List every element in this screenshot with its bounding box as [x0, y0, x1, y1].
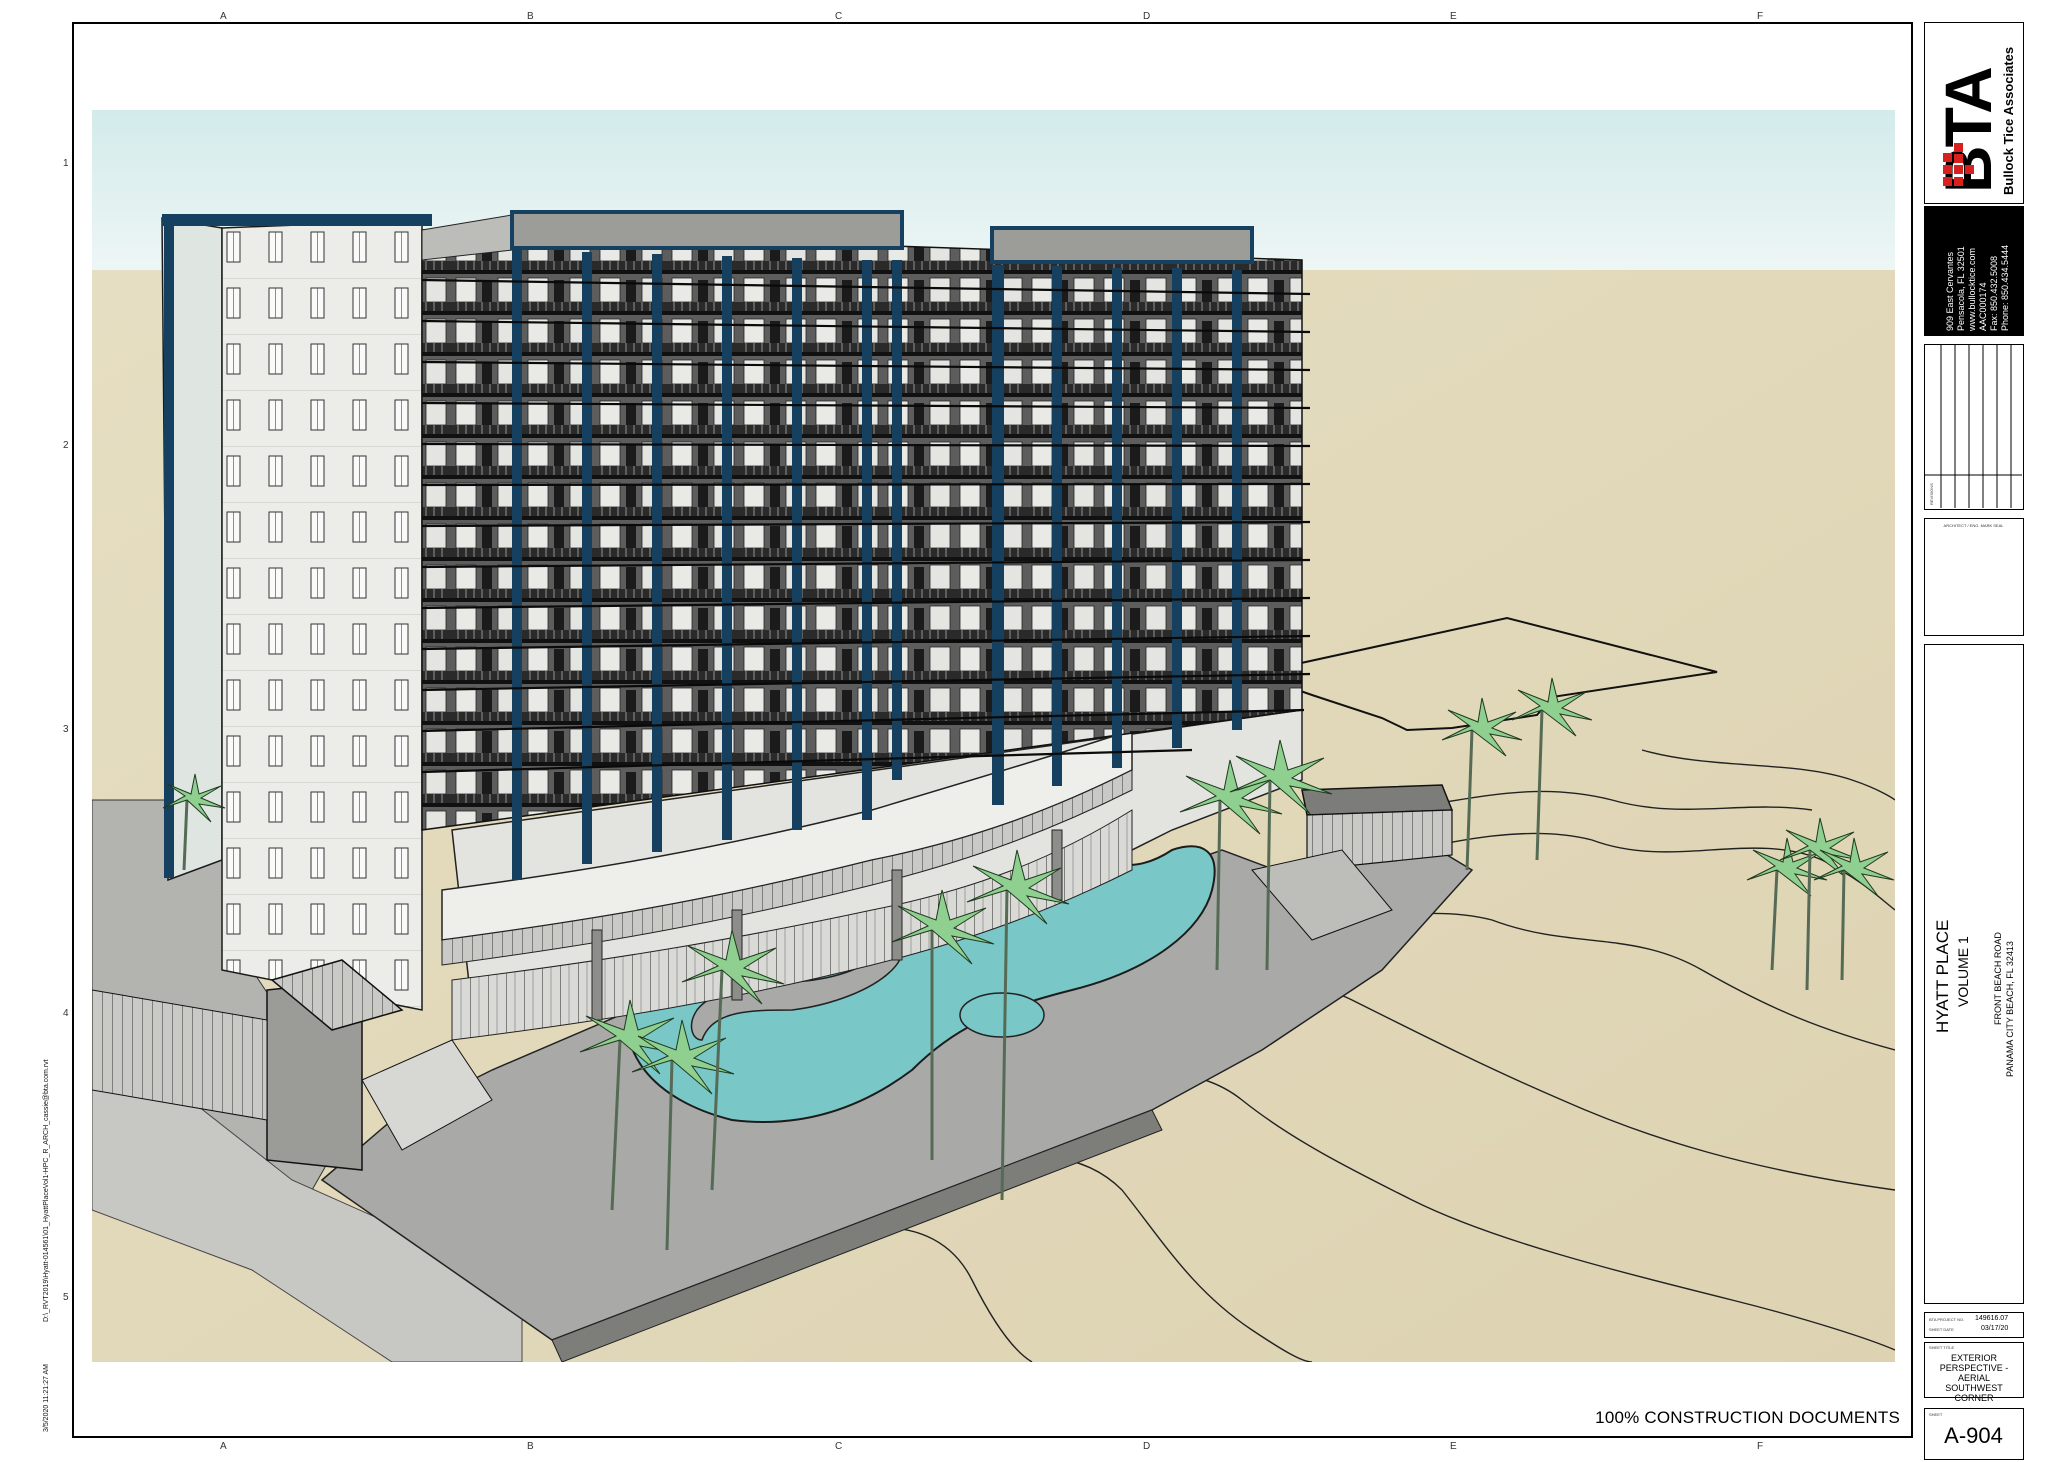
grid-col-f-bottom: F	[1757, 1441, 1764, 1452]
firm-address-line-6: Phone: 850.434.5444	[2000, 244, 2010, 331]
seal-panel: ARCHITECT / ENG. MARK SEAL	[1924, 518, 2024, 636]
firm-address-line-1: 909 East Cervantes	[1945, 251, 1955, 331]
grid-col-d-bottom: D	[1143, 1441, 1151, 1452]
sheet-title: EXTERIOR PERSPECTIVE - AERIAL SOUTHWEST …	[1939, 1353, 2009, 1403]
grid-row-1: 1	[63, 158, 69, 169]
grid-row-5: 5	[63, 1292, 69, 1303]
firm-name: Bullock Tice Associates	[2001, 46, 2016, 195]
project-no-label: BTA PROJECT NO.	[1929, 1317, 1965, 1322]
firm-logo-squares	[1943, 143, 1974, 186]
project-address-1: FRONT BEACH ROAD	[1993, 932, 2003, 1025]
project-number-panel: BTA PROJECT NO. 149616.07 SHEET DATE 03/…	[1924, 1312, 2024, 1338]
project-no: 149616.07	[1975, 1315, 2009, 1322]
grid-col-e-top: E	[1450, 11, 1457, 22]
sheet-number: A-904	[1944, 1423, 2003, 1448]
firm-address-line-2: Pensacola, FL 32501	[1956, 246, 1966, 331]
grid-col-a-top: A	[220, 11, 227, 22]
revisions-table: REVISIONS	[1924, 344, 2024, 510]
project-name: HYATT PLACE	[1933, 919, 1952, 1033]
grid-col-f-top: F	[1757, 11, 1764, 22]
firm-logo-panel: BTA Bullock Tice Associates	[1924, 22, 2024, 204]
tower-west-wing-face	[221, 219, 423, 1011]
grid-col-c-bottom: C	[835, 1441, 843, 1452]
firm-address-panel: 909 East Cervantes Pensacola, FL 32501 w…	[1924, 206, 2024, 336]
project-info-panel: HYATT PLACE VOLUME 1 FRONT BEACH ROAD PA…	[1924, 644, 2024, 1304]
project-volume: VOLUME 1	[1955, 936, 1971, 1007]
roof-penthouse-2	[990, 226, 1254, 264]
sheet-title-label: SHEET TITLE	[1929, 1345, 1955, 1350]
sheet-date: 03/17/20	[1981, 1325, 2009, 1332]
grid-col-a-bottom: A	[220, 1441, 227, 1452]
aerial-perspective-rendering	[92, 110, 1895, 1362]
title-block: BTA Bullock Tice Associates 909 East Cer…	[1924, 22, 2024, 1460]
sheet-label: SHEET	[1929, 1412, 1943, 1417]
grid-col-b-top: B	[527, 11, 534, 22]
seal-label: ARCHITECT / ENG. MARK SEAL	[1943, 523, 2004, 528]
revisions-label: REVISIONS	[1929, 483, 1934, 505]
project-address-2: PANAMA CITY BEACH, FL 32413	[2005, 941, 2015, 1077]
firm-address-line-4: AAC000174	[1978, 282, 1988, 331]
roof-penthouse-1	[510, 210, 904, 250]
sheet-date-label: SHEET DATE	[1929, 1327, 1954, 1332]
grid-col-d-top: D	[1143, 11, 1151, 22]
grid-row-4: 4	[63, 1008, 69, 1019]
grid-col-b-bottom: B	[527, 1441, 534, 1452]
tower-roof-cap	[162, 214, 432, 226]
spa	[959, 992, 1045, 1038]
drawing-status-note: 100% CONSTRUCTION DOCUMENTS	[1595, 1408, 1900, 1427]
grid-col-e-bottom: E	[1450, 1441, 1457, 1452]
grid-col-c-top: C	[835, 11, 843, 22]
firm-address-line-5: Fax: 850.432.5008	[1989, 255, 1999, 331]
grid-row-2: 2	[63, 440, 69, 451]
firm-address-line-3: www.bullocktice.com	[1967, 247, 1977, 331]
plot-file-path: D:\_RVT2019\Hyatt-014561\01_HyattPlaceVo…	[43, 1059, 50, 1322]
sheet-title-panel: SHEET TITLE EXTERIOR PERSPECTIVE - AERIA…	[1924, 1342, 2024, 1403]
sheet-number-panel: SHEET A-904	[1924, 1408, 2024, 1460]
plot-date: 3/5/2020 11:21:27 AM	[43, 1364, 50, 1432]
tower-blue-edge-left	[164, 218, 174, 878]
grid-row-3: 3	[63, 724, 69, 735]
